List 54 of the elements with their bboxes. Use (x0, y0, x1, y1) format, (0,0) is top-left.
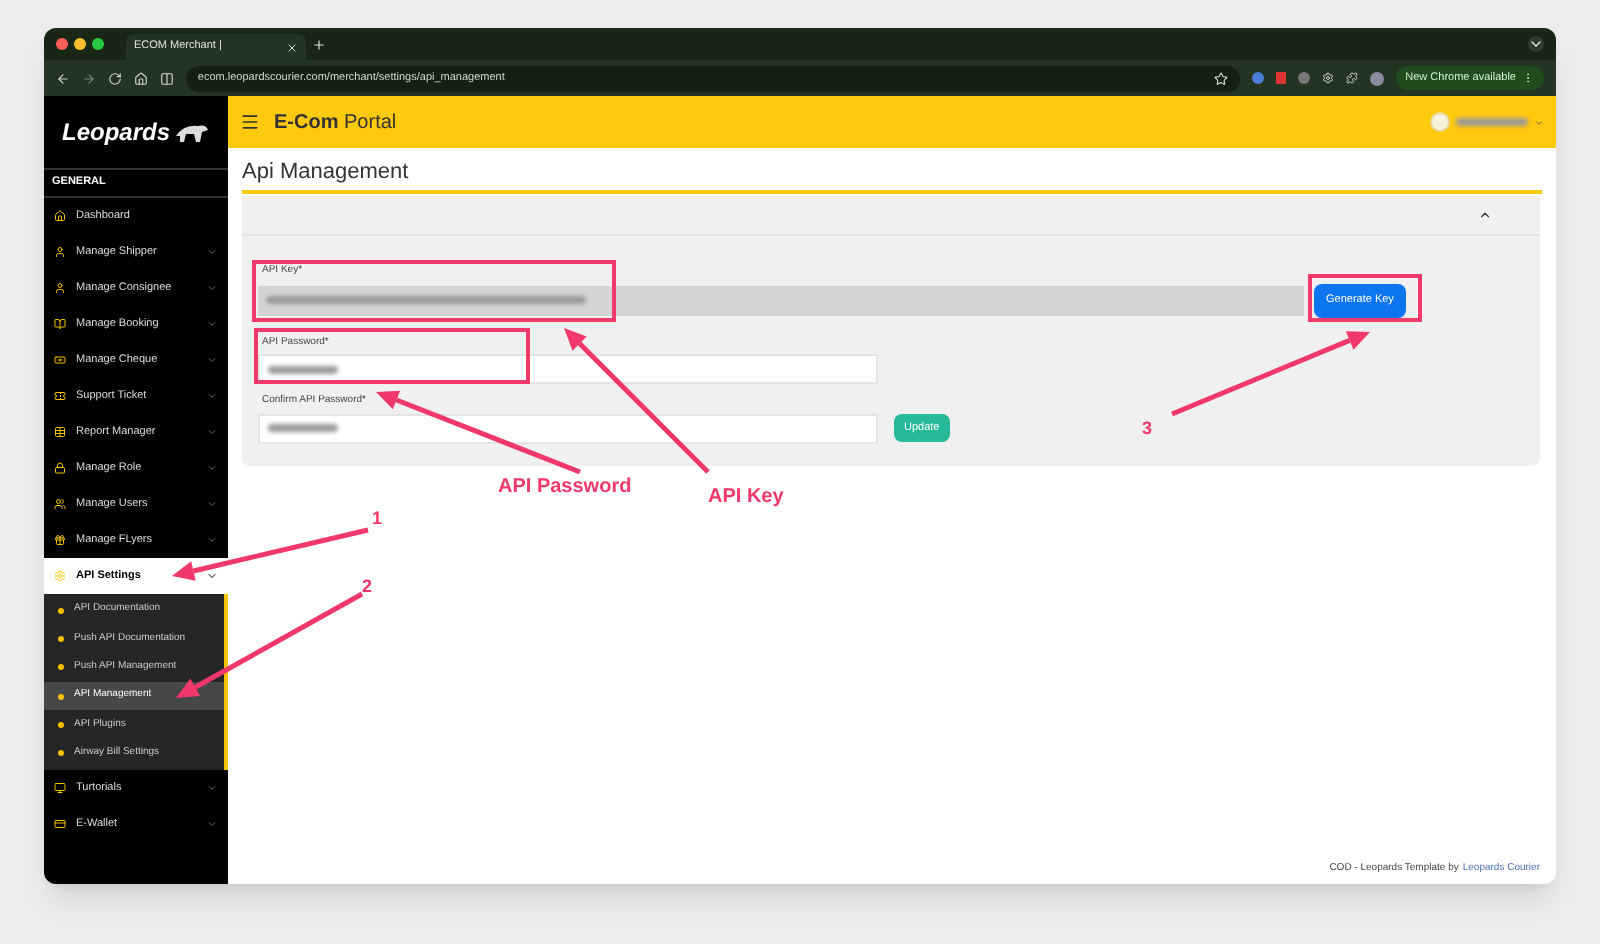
password-field[interactable] (258, 354, 878, 384)
callout-label: API Password (498, 474, 632, 502)
highlight-frame (1308, 274, 1422, 322)
chevron-down-icon (206, 817, 218, 830)
banknote-icon (54, 354, 66, 366)
bookmark-star-icon[interactable] (1213, 71, 1228, 85)
logo-text: Leopards (61, 116, 170, 150)
users-icon (54, 498, 66, 510)
profile-avatar-icon[interactable] (1369, 71, 1384, 85)
gear-icon (54, 570, 66, 582)
menu-icon[interactable] (240, 112, 260, 132)
chevron-down-icon (206, 282, 218, 294)
confirm-password-field[interactable] (258, 413, 878, 443)
home-icon[interactable] (133, 71, 148, 85)
user-icon (54, 246, 66, 258)
callout-label: API Key (708, 484, 784, 512)
ticket-icon (54, 390, 66, 402)
close-icon[interactable] (286, 41, 298, 53)
chevron-down-icon (206, 354, 218, 366)
collapse-icon[interactable] (1478, 208, 1492, 222)
chevron-down-icon (206, 498, 218, 510)
user-icon (54, 282, 66, 294)
chevron-down-icon (206, 781, 218, 794)
gift-icon (54, 534, 66, 546)
back-icon[interactable] (56, 71, 70, 85)
callout-label: 3 (1142, 416, 1153, 442)
home-icon (54, 210, 66, 222)
blurred-text (1456, 118, 1528, 126)
new-tab-icon[interactable] (312, 37, 326, 51)
portal-title: E-Com Portal (274, 109, 397, 137)
api-key-field[interactable] (258, 285, 1304, 315)
chevron-down-icon (206, 426, 218, 438)
card-icon (54, 817, 66, 830)
chevron-down-icon (206, 390, 218, 402)
tab-menu-icon[interactable] (1528, 36, 1544, 52)
page-title: Api Management (242, 157, 409, 188)
chevron-down-icon (206, 570, 218, 582)
gear-icon[interactable] (1321, 72, 1334, 84)
chevron-down-icon (206, 534, 218, 546)
callout-label: 2 (362, 574, 373, 600)
reload-icon[interactable] (107, 71, 122, 85)
blurred-text (268, 365, 338, 373)
chevron-down-icon (206, 246, 218, 258)
callout-label: 1 (372, 506, 383, 532)
lock-icon (54, 462, 66, 474)
blurred-text (268, 424, 338, 432)
monitor-icon (54, 781, 66, 794)
chevron-down-icon (206, 318, 218, 330)
extensions-icon[interactable] (1345, 72, 1358, 84)
chevron-down-icon (206, 462, 218, 474)
book-icon (54, 318, 66, 330)
split-view-icon[interactable] (159, 71, 174, 85)
table-icon (54, 426, 66, 438)
leopard-logo-icon (174, 120, 210, 144)
